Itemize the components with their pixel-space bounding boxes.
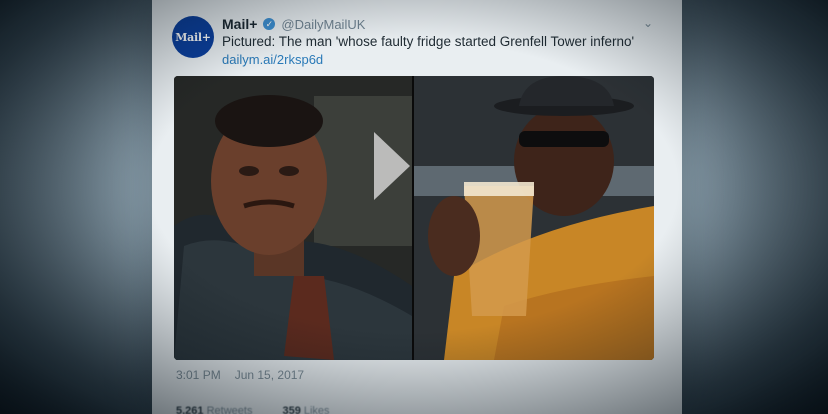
retweets-stat[interactable]: 5,261 Retweets (176, 405, 252, 414)
user-handle[interactable]: @DailyMailUK (281, 17, 365, 32)
photo-right[interactable] (414, 76, 654, 360)
photo-left[interactable] (174, 76, 412, 360)
retweets-label: Retweets (206, 405, 253, 414)
tweet-media[interactable] (174, 76, 654, 360)
display-name[interactable]: Mail+ (222, 16, 257, 32)
likes-stat[interactable]: 359 Likes (282, 405, 329, 414)
avatar-logo-text: Mail+ (175, 30, 211, 44)
tweet-timestamp[interactable]: 3:01 PM Jun 15, 2017 (176, 368, 304, 382)
chevron-down-icon[interactable]: ⌄ (640, 16, 656, 30)
retweets-count: 5,261 (176, 405, 204, 414)
tweet-author[interactable]: Mail+ ✓ @DailyMailUK (222, 15, 365, 33)
likes-label: Likes (303, 405, 330, 414)
tweet-time: 3:01 PM (176, 368, 221, 382)
screen-background: Mail+ Mail+ ✓ @DailyMailUK ⌄ Pictured: T… (0, 0, 828, 414)
tweet-text: Pictured: The man 'whose faulty fridge s… (222, 34, 635, 49)
verified-check-icon: ✓ (263, 18, 276, 30)
tweet-stats: 5,261 Retweets 359 Likes (176, 405, 330, 414)
man-drinking-portrait-right (414, 76, 654, 360)
man-portrait-left (174, 76, 412, 360)
avatar[interactable]: Mail+ (172, 16, 214, 58)
play-icon[interactable] (374, 132, 410, 200)
tweet-date: Jun 15, 2017 (234, 368, 305, 382)
tweet-link[interactable]: dailym.ai/2rksp6d (222, 52, 323, 67)
likes-count: 359 (282, 405, 301, 414)
